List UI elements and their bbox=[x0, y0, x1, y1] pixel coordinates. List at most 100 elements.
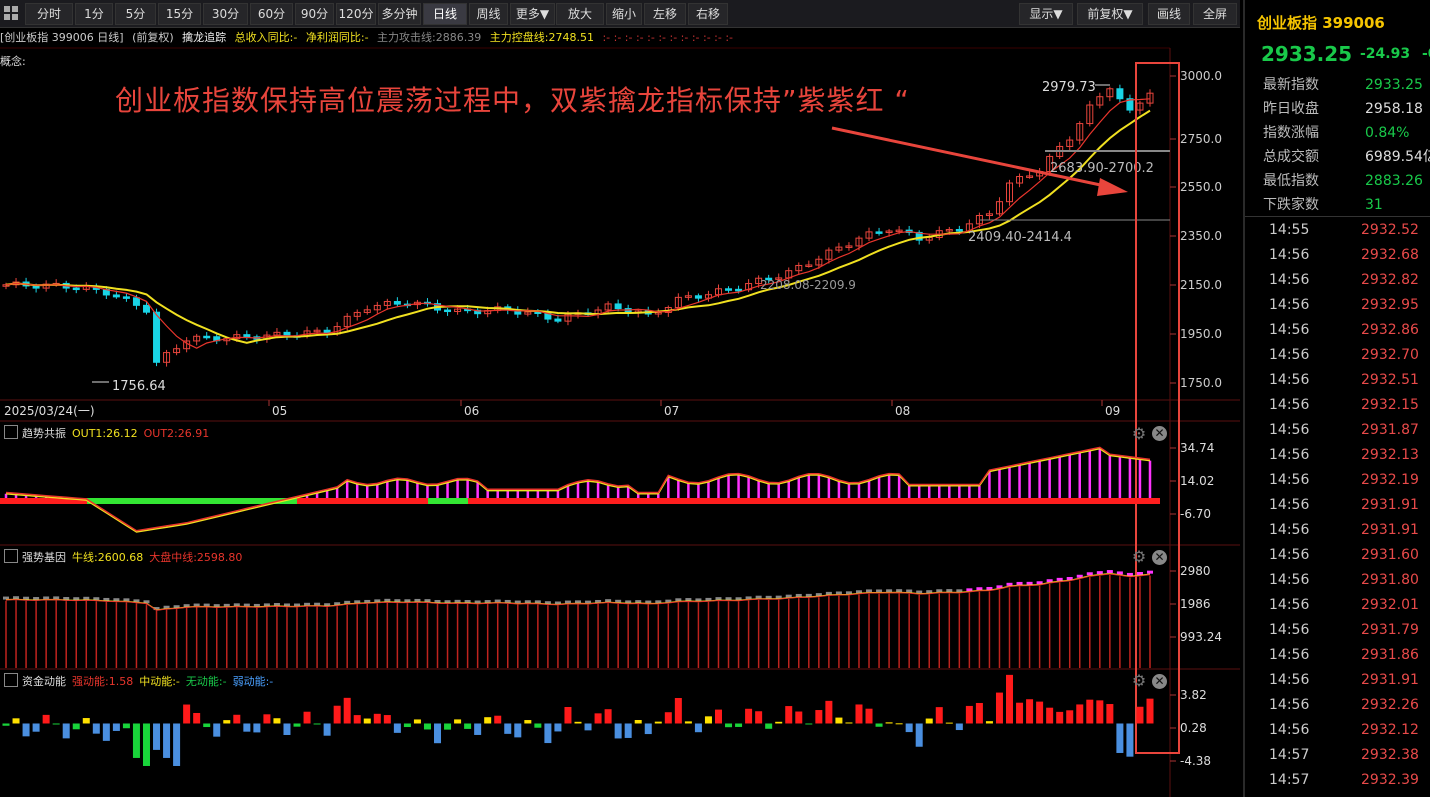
panel3-bar bbox=[1066, 710, 1074, 724]
tick-price: 2931.91 bbox=[1361, 522, 1419, 538]
panel3-axis-label: -4.38 bbox=[1180, 754, 1211, 768]
panel3-bar bbox=[604, 709, 612, 724]
panel3-bar bbox=[694, 723, 702, 733]
panel3-bar bbox=[293, 723, 301, 727]
tick-price: 2932.19 bbox=[1361, 472, 1419, 488]
panel3-bar bbox=[323, 723, 331, 736]
panel3-bar bbox=[684, 721, 692, 724]
panel3-bar bbox=[825, 700, 833, 724]
panel-icon bbox=[4, 673, 18, 687]
close-icon[interactable]: ✕ bbox=[1152, 426, 1167, 441]
panel3-bar bbox=[373, 713, 381, 724]
panel3-bar bbox=[1096, 700, 1104, 724]
panel3-bar bbox=[72, 723, 80, 730]
candle-body bbox=[694, 295, 702, 299]
panel3-strong: 强动能:1.58 bbox=[72, 675, 134, 688]
panel3-bar bbox=[434, 723, 442, 744]
panel2-marker bbox=[896, 589, 903, 593]
panel3-bar bbox=[2, 723, 10, 726]
panel3-bar bbox=[494, 715, 502, 724]
candle-body bbox=[725, 288, 733, 291]
panel3-bar bbox=[22, 723, 30, 737]
panel3-bar bbox=[624, 723, 632, 738]
quote-stat-row: 最低指数 2883.26 bbox=[1263, 169, 1430, 193]
panel3-bar bbox=[444, 723, 452, 730]
panel1-name: 趋势共振 bbox=[22, 427, 66, 440]
tick-time: 14:56 bbox=[1269, 472, 1310, 488]
panel3-bar bbox=[1056, 711, 1064, 724]
quote-panel: 创业板指 399006 2933.25 -24.93 -0. 最新指数 2933.… bbox=[1243, 0, 1430, 797]
zone-label-1: 2683.90-2700.2 bbox=[1050, 161, 1154, 176]
tick-row: 14:56 2931.91 bbox=[1269, 493, 1430, 518]
date-axis-label: 05 bbox=[272, 404, 287, 418]
panel3-bar bbox=[12, 718, 20, 724]
tick-time: 14:56 bbox=[1269, 247, 1310, 263]
tick-row: 14:55 2932.52 bbox=[1269, 218, 1430, 243]
candle-body bbox=[112, 294, 120, 298]
tick-row: 14:57 2932.39 bbox=[1269, 768, 1430, 793]
panel3-bar bbox=[82, 718, 90, 724]
tick-time: 14:56 bbox=[1269, 372, 1310, 388]
quote-stat-row: 下跌家数 31 bbox=[1263, 193, 1430, 217]
tick-price: 2932.38 bbox=[1361, 747, 1419, 763]
gear-icon[interactable]: ⚙ bbox=[1131, 549, 1147, 565]
panel3-bar bbox=[102, 723, 110, 741]
tick-time: 14:56 bbox=[1269, 272, 1310, 288]
panel3-bar bbox=[524, 720, 532, 724]
panel3-bar bbox=[1016, 702, 1024, 724]
tick-price: 2932.86 bbox=[1361, 322, 1419, 338]
panel2-marker bbox=[886, 589, 893, 593]
panel3-bar bbox=[1106, 704, 1114, 724]
panel3-bar bbox=[303, 711, 311, 724]
panel3-bar bbox=[935, 707, 943, 724]
panel2-marker bbox=[1106, 570, 1113, 574]
gear-icon[interactable]: ⚙ bbox=[1131, 426, 1147, 442]
panel3-bar bbox=[885, 722, 893, 724]
divider bbox=[1245, 216, 1430, 217]
price-axis-label: 2550.0 bbox=[1180, 180, 1222, 194]
quote-stat-value: 2958.18 bbox=[1365, 101, 1423, 117]
annotation-arrow bbox=[831, 126, 1111, 189]
panel3-bar bbox=[142, 723, 150, 766]
quote-stat-key: 昨日收盘 bbox=[1263, 101, 1319, 117]
panel3-bar bbox=[1046, 707, 1054, 724]
panel3-bar bbox=[544, 723, 552, 744]
quote-title: 创业板指 399006 bbox=[1257, 14, 1385, 32]
tick-row: 14:56 2932.19 bbox=[1269, 468, 1430, 493]
low-label: 1756.64 bbox=[112, 379, 166, 394]
panel3-bar bbox=[1126, 723, 1134, 757]
panel3-bar bbox=[193, 712, 201, 724]
panel3-bar bbox=[1086, 699, 1094, 724]
tick-time: 14:56 bbox=[1269, 722, 1310, 738]
date-axis-label: 07 bbox=[664, 404, 679, 418]
panel3-bar bbox=[634, 719, 642, 724]
candle-body bbox=[72, 287, 80, 291]
panel2-marker bbox=[946, 589, 953, 593]
panel3-bar bbox=[765, 723, 773, 729]
candle-body bbox=[444, 309, 452, 313]
tick-price: 2931.86 bbox=[1361, 647, 1419, 663]
tick-row: 14:56 2932.82 bbox=[1269, 268, 1430, 293]
tick-price: 2931.60 bbox=[1361, 547, 1419, 563]
panel2-header: 强势基因 牛线:2600.68 大盘中线:2598.80 bbox=[0, 549, 248, 567]
tick-time: 14:56 bbox=[1269, 297, 1310, 313]
panel2-axis-label: 1986 bbox=[1180, 597, 1211, 611]
panel3-bar bbox=[674, 698, 682, 724]
zone-label-2: 2409.40-2414.4 bbox=[968, 230, 1072, 245]
tick-time: 14:56 bbox=[1269, 447, 1310, 463]
gear-icon[interactable]: ⚙ bbox=[1131, 673, 1147, 689]
panel3-name: 资金动能 bbox=[22, 675, 66, 688]
panel3-bar bbox=[283, 723, 291, 735]
candle-body bbox=[243, 334, 251, 338]
panel3-bar bbox=[454, 719, 462, 724]
close-icon[interactable]: ✕ bbox=[1152, 674, 1167, 689]
panel3-bar bbox=[403, 723, 411, 728]
panel3-bar bbox=[745, 708, 753, 724]
quote-change: -24.93 bbox=[1360, 46, 1411, 62]
panel2-marker bbox=[1086, 572, 1093, 576]
quote-stat-key: 最新指数 bbox=[1263, 77, 1319, 93]
tick-price: 2931.80 bbox=[1361, 572, 1419, 588]
panel3-bar bbox=[183, 704, 191, 724]
panel1-green-segment bbox=[87, 498, 297, 504]
close-icon[interactable]: ✕ bbox=[1152, 550, 1167, 565]
